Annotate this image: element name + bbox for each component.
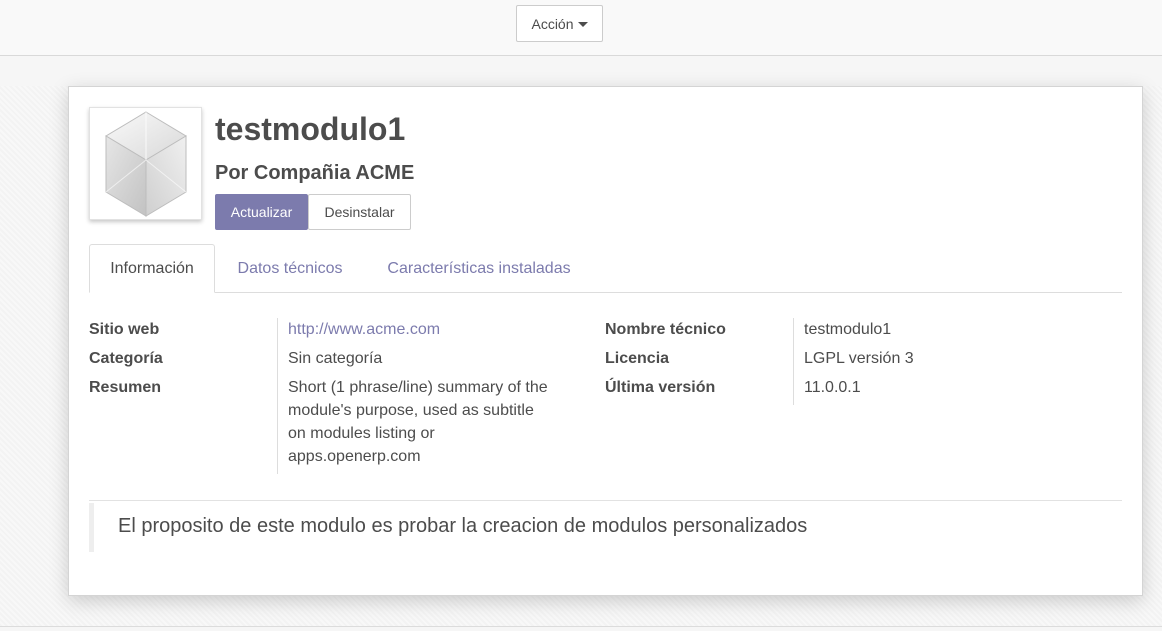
technical-name-value: testmodulo1 bbox=[804, 321, 892, 338]
summary-line: Short (1 phrase/line) summary of the bbox=[288, 379, 548, 396]
action-label: Acción bbox=[531, 15, 574, 32]
category-value: Sin categoría bbox=[288, 350, 383, 367]
technical-name-label: Nombre técnico bbox=[605, 321, 726, 338]
module-author: Por Compañia ACME bbox=[215, 162, 415, 184]
tab-caracteristicas-instaladas[interactable]: Características instaladas bbox=[367, 244, 591, 293]
module-description: El proposito de este modulo es probar la… bbox=[118, 515, 808, 537]
tab-informacion[interactable]: Información bbox=[89, 244, 215, 293]
website-label: Sitio web bbox=[89, 321, 160, 338]
bottom-divider bbox=[0, 626, 1162, 627]
tab-datos-tecnicos[interactable]: Datos técnicos bbox=[219, 244, 361, 293]
summary-line: apps.openerp.com bbox=[288, 448, 421, 465]
upgrade-button[interactable]: Actualizar bbox=[215, 194, 308, 230]
summary-line: on modules listing or bbox=[288, 425, 435, 442]
module-image bbox=[89, 107, 202, 220]
license-label: Licencia bbox=[605, 350, 670, 367]
module-title: testmodulo1 bbox=[215, 111, 406, 147]
latest-version-value: 11.0.0.1 bbox=[804, 379, 861, 396]
right-field-separator bbox=[793, 318, 794, 405]
control-panel: Acción bbox=[0, 0, 1162, 56]
action-dropdown-button[interactable]: Acción bbox=[516, 5, 603, 42]
description-divider bbox=[89, 500, 1122, 501]
uninstall-button[interactable]: Desinstalar bbox=[308, 194, 411, 230]
module-form-sheet: testmodulo1 Por Compañia ACME Actualizar… bbox=[68, 86, 1143, 596]
website-link[interactable]: http://www.acme.com bbox=[288, 318, 440, 341]
license-value: LGPL versión 3 bbox=[804, 350, 914, 367]
summary-line: module's purpose, used as subtitle bbox=[288, 402, 534, 419]
module-cube-icon bbox=[104, 110, 187, 217]
left-field-separator bbox=[277, 318, 278, 474]
caret-down-icon bbox=[577, 22, 588, 27]
summary-label: Resumen bbox=[89, 379, 162, 396]
summary-value: Short (1 phrase/line) summary of the mod… bbox=[288, 376, 548, 468]
latest-version-label: Última versión bbox=[605, 379, 716, 396]
category-label: Categoría bbox=[89, 350, 163, 367]
